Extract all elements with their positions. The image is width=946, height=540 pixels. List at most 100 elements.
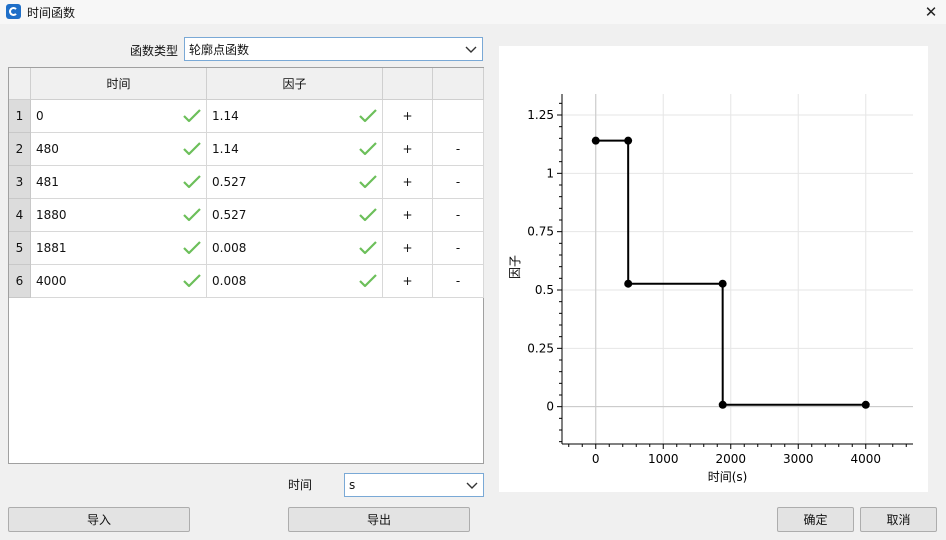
- factor-cell[interactable]: 0.008: [207, 232, 383, 265]
- data-point: [718, 279, 727, 288]
- title-bar: 时间函数 ✕: [0, 0, 946, 24]
- time-value: 480: [36, 142, 59, 156]
- x-tick-label: 4000: [850, 452, 881, 466]
- add-row-button[interactable]: +: [383, 232, 433, 265]
- close-button[interactable]: ✕: [916, 0, 946, 24]
- cancel-button[interactable]: 取消: [860, 507, 937, 532]
- check-icon: [359, 109, 377, 123]
- row-header[interactable]: 6: [9, 265, 31, 298]
- export-button[interactable]: 导出: [288, 507, 470, 532]
- factor-value: 0.008: [212, 241, 247, 255]
- column-header-time[interactable]: 时间: [31, 68, 207, 100]
- data-point: [624, 136, 633, 145]
- check-icon: [359, 175, 377, 189]
- check-icon: [183, 142, 201, 156]
- add-row-button[interactable]: +: [383, 100, 433, 133]
- factor-cell[interactable]: 1.14: [207, 133, 383, 166]
- factor-cell[interactable]: 1.14: [207, 100, 383, 133]
- row-index: 4: [15, 208, 24, 222]
- x-tick-label: 1000: [648, 452, 679, 466]
- time-value: 1880: [36, 208, 67, 222]
- check-icon: [183, 175, 201, 189]
- time-value: 481: [36, 175, 59, 189]
- column-header-factor[interactable]: 因子: [207, 68, 383, 100]
- factor-value: 0.527: [212, 175, 247, 189]
- time-cell[interactable]: 481: [31, 166, 207, 199]
- time-cell[interactable]: 4000: [31, 265, 207, 298]
- data-point: [591, 136, 600, 145]
- time-value: 0: [36, 109, 44, 123]
- factor-value: 1.14: [212, 109, 239, 123]
- time-value: 1881: [36, 241, 67, 255]
- check-icon: [183, 208, 201, 222]
- factor-value: 0.008: [212, 274, 247, 288]
- time-unit-select[interactable]: s: [344, 473, 484, 497]
- y-tick-label: 0: [546, 400, 554, 414]
- window-title: 时间函数: [27, 6, 76, 20]
- y-tick-label: 1.25: [527, 108, 554, 122]
- time-cell[interactable]: 1880: [31, 199, 207, 232]
- add-row-button[interactable]: +: [383, 166, 433, 199]
- row-header[interactable]: 4: [9, 199, 31, 232]
- remove-row-button[interactable]: [433, 100, 484, 133]
- factor-time-chart: 0 1000 2000 3000 4000 0 0.25 0.5 0.75 1 1.25 时间(s) 因…: [508, 94, 913, 484]
- factor-value: 1.14: [212, 142, 239, 156]
- factor-cell[interactable]: 0.527: [207, 199, 383, 232]
- time-cell[interactable]: 480: [31, 133, 207, 166]
- check-icon: [359, 274, 377, 288]
- x-tick-label: 2000: [715, 452, 746, 466]
- data-point: [718, 400, 727, 409]
- table-corner: [9, 68, 31, 100]
- data-point: [861, 400, 870, 409]
- remove-row-button[interactable]: -: [433, 265, 484, 298]
- time-value: 4000: [36, 274, 67, 288]
- remove-row-button[interactable]: -: [433, 133, 484, 166]
- add-row-button[interactable]: +: [383, 199, 433, 232]
- row-header[interactable]: 3: [9, 166, 31, 199]
- row-index: 5: [15, 241, 24, 255]
- app-logo-icon: [6, 4, 21, 19]
- row-header[interactable]: 2: [9, 133, 31, 166]
- remove-row-button[interactable]: -: [433, 199, 484, 232]
- function-type-label: 函数类型: [129, 44, 178, 58]
- add-row-button[interactable]: +: [383, 133, 433, 166]
- time-cell[interactable]: 1881: [31, 232, 207, 265]
- check-icon: [183, 274, 201, 288]
- y-tick-label: 1: [546, 166, 554, 180]
- check-icon: [359, 142, 377, 156]
- row-index: 1: [15, 109, 24, 123]
- add-row-button[interactable]: +: [383, 265, 433, 298]
- factor-cell[interactable]: 0.527: [207, 166, 383, 199]
- factor-value: 0.527: [212, 208, 247, 222]
- y-tick-label: 0.25: [527, 341, 554, 355]
- column-header-remove[interactable]: [433, 68, 484, 100]
- x-tick-label: 0: [592, 452, 600, 466]
- x-tick-label: 3000: [783, 452, 814, 466]
- factor-cell[interactable]: 0.008: [207, 265, 383, 298]
- import-button[interactable]: 导入: [8, 507, 190, 532]
- check-icon: [183, 109, 201, 123]
- row-index: 3: [15, 175, 24, 189]
- x-axis-label: 时间(s): [708, 470, 748, 484]
- check-icon: [359, 241, 377, 255]
- function-type-select[interactable]: 轮廓点函数: [184, 37, 483, 61]
- time-cell[interactable]: 0: [31, 100, 207, 133]
- remove-row-button[interactable]: -: [433, 232, 484, 265]
- row-index: 2: [15, 142, 24, 156]
- ok-button[interactable]: 确定: [777, 507, 854, 532]
- time-unit-value: s: [349, 478, 356, 492]
- data-point: [624, 279, 633, 288]
- time-factor-table: 时间 因子 1 0 1.14 + 2 480 1.14 + - 3 481 0.…: [8, 67, 484, 464]
- check-icon: [359, 208, 377, 222]
- time-unit-label: 时间: [287, 478, 312, 492]
- chart-panel: 0 1000 2000 3000 4000 0 0.25 0.5 0.75 1 1.25 时间(s) 因…: [499, 46, 928, 492]
- column-header-add[interactable]: [383, 68, 433, 100]
- check-icon: [183, 241, 201, 255]
- function-type-value: 轮廓点函数: [189, 42, 250, 57]
- y-axis-label: 因子: [508, 255, 522, 279]
- row-index: 6: [15, 274, 24, 288]
- row-header[interactable]: 5: [9, 232, 31, 265]
- chevron-down-icon: [466, 482, 478, 489]
- remove-row-button[interactable]: -: [433, 166, 484, 199]
- row-header[interactable]: 1: [9, 100, 31, 133]
